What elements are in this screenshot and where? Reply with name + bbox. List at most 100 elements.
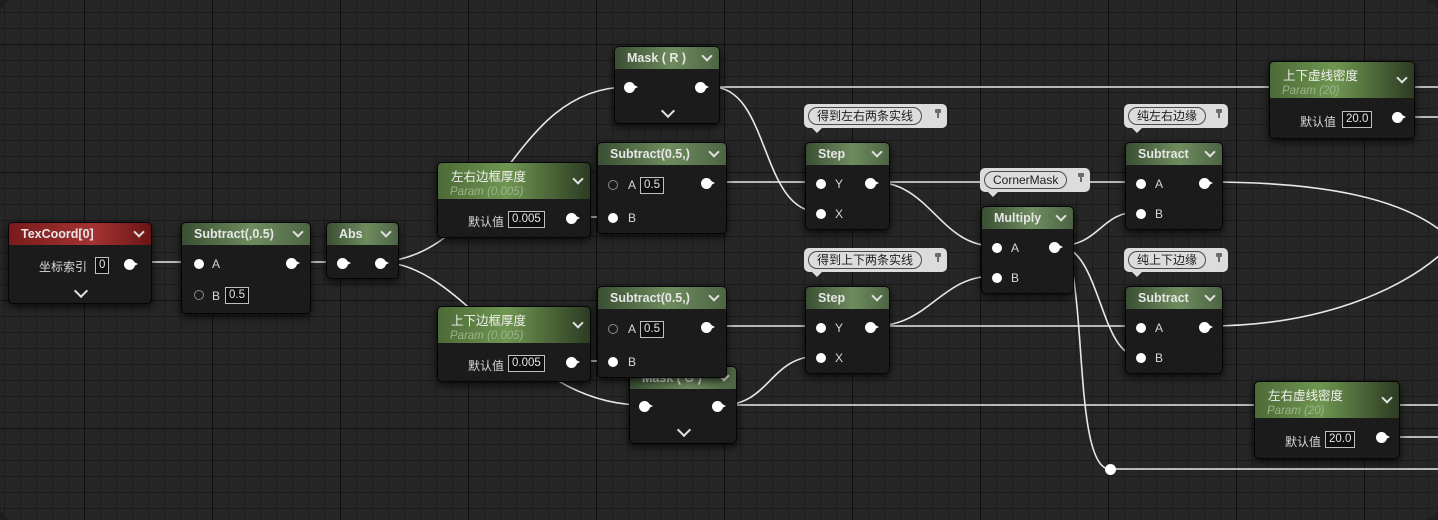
input-pin-a[interactable] (992, 243, 1002, 253)
input-pin-b[interactable] (608, 357, 618, 367)
expand-chevron-icon[interactable] (660, 103, 676, 119)
output-pin[interactable] (566, 213, 580, 224)
node-header[interactable]: Subtract(,0.5) (182, 223, 310, 245)
chevron-down-icon[interactable] (872, 291, 882, 303)
output-pin[interactable] (865, 178, 879, 189)
ud-border-param-node[interactable]: 上下边框厚度 Param (0.005) 默认值 0.005 (437, 306, 591, 382)
chevron-down-icon[interactable] (872, 147, 882, 159)
output-pin[interactable] (286, 258, 300, 269)
input-pin-a[interactable] (1136, 323, 1146, 333)
coordinate-index-field[interactable]: 0 (95, 257, 110, 274)
output-pin[interactable] (124, 259, 138, 270)
output-pin[interactable] (1199, 322, 1213, 333)
chevron-down-icon[interactable] (709, 147, 719, 159)
mask-r-node[interactable]: Mask ( R ) (614, 46, 720, 124)
node-header[interactable]: Subtract(0.5,) (598, 143, 726, 165)
reroute-node[interactable] (1105, 464, 1116, 475)
default-value-field[interactable]: 20.0 (1342, 111, 1373, 128)
comment-bubble-sub-ud[interactable]: 纯上下边缘 (1124, 248, 1228, 277)
input-pin[interactable] (624, 82, 638, 93)
node-header[interactable]: Subtract (1126, 143, 1222, 165)
pin-comment-icon[interactable] (1214, 107, 1225, 121)
ud-density-param-node[interactable]: 上下虚线密度 Param (20) 默认值 20.0 (1269, 61, 1415, 139)
expand-chevron-icon[interactable] (73, 283, 89, 299)
comment-bubble-step2[interactable]: 得到上下两条实线 (804, 248, 947, 277)
node-header[interactable]: Step (806, 287, 889, 309)
output-pin[interactable] (1199, 178, 1213, 189)
chevron-down-icon[interactable] (293, 227, 303, 239)
input-pin-b[interactable] (608, 213, 618, 223)
default-value-field[interactable]: 20.0 (1325, 431, 1356, 448)
pin-a-value-field[interactable]: 0.5 (640, 177, 664, 194)
input-pin-a[interactable] (194, 259, 204, 269)
input-pin-b[interactable] (194, 290, 204, 300)
output-pin[interactable] (695, 82, 709, 93)
lr-density-param-node[interactable]: 左右虚线密度 Param (20) 默认值 20.0 (1254, 381, 1400, 459)
multiply-node[interactable]: Multiply A B (981, 206, 1074, 294)
chevron-down-icon[interactable] (1056, 211, 1066, 223)
output-pin[interactable] (1049, 242, 1063, 253)
input-pin[interactable] (337, 258, 351, 269)
output-pin[interactable] (1376, 432, 1390, 443)
output-pin[interactable] (1392, 112, 1406, 123)
input-pin-b[interactable] (1136, 209, 1146, 219)
output-pin[interactable] (701, 178, 715, 189)
comment-bubble-step1[interactable]: 得到左右两条实线 (804, 104, 947, 133)
output-pin[interactable] (712, 401, 726, 412)
input-pin-y[interactable] (816, 323, 826, 333)
pin-comment-icon[interactable] (933, 107, 944, 121)
chevron-down-icon[interactable] (709, 291, 719, 303)
pin-a-value-field[interactable]: 0.5 (640, 321, 664, 338)
step-node-2[interactable]: Step Y X (805, 286, 890, 374)
input-pin-b[interactable] (992, 273, 1002, 283)
node-header[interactable]: Mask ( R ) (615, 47, 719, 69)
node-header[interactable]: Subtract (1126, 287, 1222, 309)
default-value-field[interactable]: 0.005 (508, 211, 545, 228)
texcoord-node[interactable]: TexCoord[0] 坐标索引 0 (8, 222, 152, 304)
node-header[interactable]: TexCoord[0] (9, 223, 151, 245)
subtract-half-node-1[interactable]: Subtract(0.5,) A 0.5 B (597, 142, 727, 234)
subtract-ud-node[interactable]: Subtract A B (1125, 286, 1223, 374)
node-header[interactable]: 左右边框厚度 Param (0.005) (438, 163, 590, 199)
material-graph-canvas[interactable]: TexCoord[0] 坐标索引 0 Subtract(,0.5) A B 0.… (0, 0, 1438, 520)
chevron-down-icon[interactable] (702, 51, 712, 63)
chevron-down-icon[interactable] (573, 318, 583, 330)
node-header[interactable]: Multiply (982, 207, 1073, 229)
default-value-field[interactable]: 0.005 (508, 355, 545, 372)
expand-chevron-icon[interactable] (676, 422, 692, 438)
input-pin-y[interactable] (816, 179, 826, 189)
subtract-half-node-2[interactable]: Subtract(0.5,) A 0.5 B (597, 286, 727, 378)
chevron-down-icon[interactable] (1205, 291, 1215, 303)
chevron-down-icon[interactable] (1205, 147, 1215, 159)
pin-b-value-field[interactable]: 0.5 (225, 287, 249, 304)
lr-border-param-node[interactable]: 左右边框厚度 Param (0.005) 默认值 0.005 (437, 162, 591, 238)
node-header[interactable]: 上下虚线密度 Param (20) (1270, 62, 1414, 98)
output-pin[interactable] (865, 322, 879, 333)
step-node-1[interactable]: Step Y X (805, 142, 890, 230)
input-pin-x[interactable] (816, 353, 826, 363)
output-pin[interactable] (701, 322, 715, 333)
comment-bubble-multiply[interactable]: CornerMask (980, 168, 1090, 197)
input-pin-a[interactable] (608, 324, 618, 334)
node-header[interactable]: Subtract(0.5,) (598, 287, 726, 309)
output-pin[interactable] (566, 357, 580, 368)
chevron-down-icon[interactable] (1382, 393, 1392, 405)
input-pin-x[interactable] (816, 209, 826, 219)
input-pin-b[interactable] (1136, 353, 1146, 363)
node-header[interactable]: Abs (327, 223, 398, 245)
comment-bubble-sub-lr[interactable]: 纯左右边缘 (1124, 104, 1228, 133)
pin-comment-icon[interactable] (933, 251, 944, 265)
chevron-down-icon[interactable] (381, 227, 391, 239)
pin-comment-icon[interactable] (1076, 171, 1087, 185)
input-pin[interactable] (639, 401, 653, 412)
chevron-down-icon[interactable] (573, 174, 583, 186)
input-pin-a[interactable] (1136, 179, 1146, 189)
node-header[interactable]: 上下边框厚度 Param (0.005) (438, 307, 590, 343)
node-header[interactable]: 左右虚线密度 Param (20) (1255, 382, 1399, 418)
node-header[interactable]: Step (806, 143, 889, 165)
input-pin-a[interactable] (608, 180, 618, 190)
subtract-node[interactable]: Subtract(,0.5) A B 0.5 (181, 222, 311, 314)
output-pin[interactable] (375, 258, 389, 269)
subtract-lr-node[interactable]: Subtract A B (1125, 142, 1223, 230)
abs-node[interactable]: Abs (326, 222, 399, 279)
